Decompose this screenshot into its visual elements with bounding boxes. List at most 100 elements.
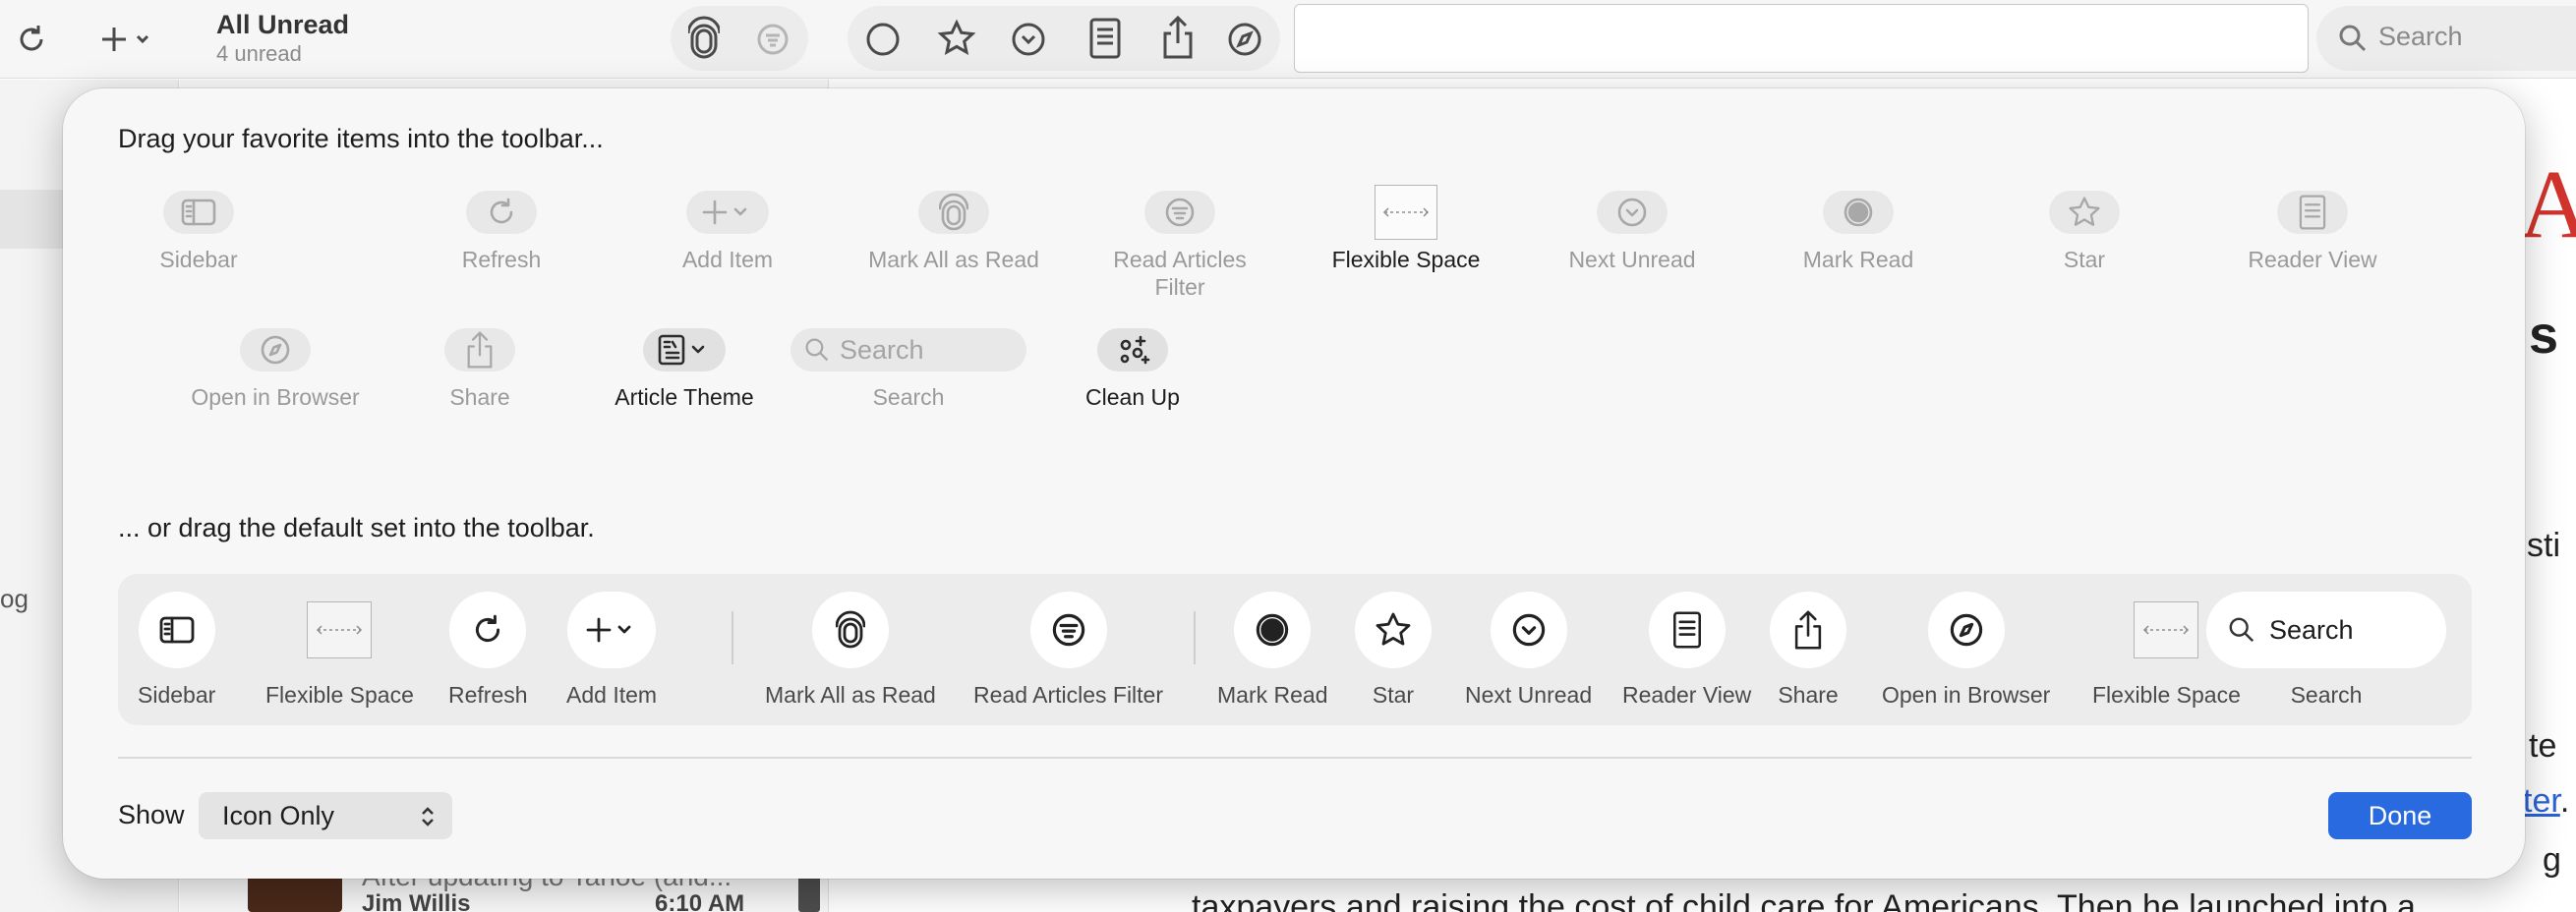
drag-default-heading: ... or drag the default set into the too… xyxy=(118,513,595,542)
palette-item-read-articles-filter[interactable]: Read Articles Filter xyxy=(1082,191,1278,301)
next-unread-icon xyxy=(1597,191,1668,234)
article-heading-fragment: s xyxy=(2529,306,2559,365)
article-link[interactable]: ter xyxy=(2523,782,2560,820)
palette-item-star[interactable]: Star xyxy=(2016,191,2153,273)
compass-icon xyxy=(1927,592,2005,668)
filter-icon[interactable] xyxy=(753,20,792,59)
default-item-reader-view: Reader View xyxy=(1622,592,1751,709)
toolbar-search-placeholder: Search xyxy=(2378,22,2463,51)
list-title: All Unread xyxy=(216,10,350,39)
item-label: Reader View xyxy=(1622,682,1752,708)
palette-item-refresh[interactable]: Refresh xyxy=(433,191,570,273)
item-label: Next Unread xyxy=(1465,682,1593,708)
palette-item-clean-up[interactable]: Clean Up xyxy=(1064,328,1201,411)
mark-read-circle-icon[interactable] xyxy=(863,20,903,59)
search-placeholder: Search xyxy=(2269,614,2354,645)
sidebar-icon xyxy=(138,592,215,668)
flexible-space-icon xyxy=(1375,185,1437,240)
palette-item-open-in-browser[interactable]: Open in Browser xyxy=(177,328,374,411)
list-author: Jim Willis xyxy=(362,890,471,912)
filter-icon xyxy=(1144,191,1215,234)
palette-item-sidebar[interactable]: Sidebar xyxy=(130,191,267,273)
palette-item-share[interactable]: Share xyxy=(421,328,539,411)
compass-icon[interactable] xyxy=(1225,20,1264,59)
article-theme-icon xyxy=(643,328,726,371)
default-item-next-unread: Next Unread xyxy=(1465,592,1592,709)
mark-read-icon xyxy=(1823,191,1894,234)
item-label: Mark All as Read xyxy=(868,247,1039,272)
show-label: Show xyxy=(118,800,185,829)
share-icon[interactable] xyxy=(1158,14,1198,61)
article-text-fragment: sti xyxy=(2527,527,2560,564)
filter-icon xyxy=(1029,592,1107,668)
search-icon xyxy=(2229,617,2254,643)
palette-item-add-item[interactable]: Add Item xyxy=(659,191,796,273)
item-label: Refresh xyxy=(448,682,528,708)
palette-item-article-theme[interactable]: Article Theme xyxy=(596,328,773,411)
palette-item-mark-read[interactable]: Mark Read xyxy=(1780,191,1937,273)
toolbar-divider xyxy=(1194,611,1196,664)
mark-read-icon xyxy=(1234,592,1312,668)
next-unread-icon[interactable] xyxy=(1009,20,1048,59)
mark-all-read-icon[interactable] xyxy=(684,14,724,63)
item-label: Search xyxy=(872,384,945,410)
palette-item-search[interactable]: Search Search xyxy=(790,328,1026,411)
mark-all-read-icon xyxy=(811,592,889,668)
article-period: . xyxy=(2559,782,2570,820)
search-field-preview: Search xyxy=(790,328,1026,371)
default-item-flexible-space: Flexible Space xyxy=(265,592,414,709)
item-label: Read Articles Filter xyxy=(973,682,1164,708)
item-label: Mark Read xyxy=(1802,247,1914,272)
item-label: Sidebar xyxy=(138,682,216,708)
item-label: Clean Up xyxy=(1085,384,1180,410)
refresh-icon xyxy=(449,592,527,668)
item-label: Add Item xyxy=(681,247,774,272)
reader-view-icon[interactable] xyxy=(1085,16,1125,61)
item-label: Search xyxy=(2290,682,2363,708)
item-label: Refresh xyxy=(461,247,542,272)
item-label: Open in Browser xyxy=(191,384,360,410)
star-icon[interactable] xyxy=(936,18,977,59)
sidebar-icon xyxy=(163,191,234,234)
star-icon xyxy=(2049,191,2120,234)
article-text-fragment: g xyxy=(2543,841,2561,879)
palette-item-flexible-space[interactable]: Flexible Space xyxy=(1327,185,1485,273)
default-toolbar-set[interactable]: Sidebar Flexible Space Refresh Add Item … xyxy=(118,574,2472,725)
done-button[interactable]: Done xyxy=(2328,792,2472,839)
default-item-open-in-browser: Open in Browser xyxy=(1882,592,2050,709)
drag-items-heading: Drag your favorite items into the toolba… xyxy=(118,124,604,153)
default-item-search: Search Search xyxy=(2206,592,2446,709)
palette-item-mark-all-read[interactable]: Mark All as Read xyxy=(855,191,1052,273)
reader-view-icon xyxy=(1648,592,1726,668)
main-toolbar: All Unread 4 unread Search xyxy=(0,0,2576,79)
next-unread-icon xyxy=(1490,592,1567,668)
palette-item-reader-view[interactable]: Reader View xyxy=(2234,191,2391,273)
address-field[interactable] xyxy=(1294,4,2309,73)
item-label: Next Unread xyxy=(1568,247,1696,272)
item-label: Mark All as Read xyxy=(765,682,936,708)
item-label: Star xyxy=(1372,682,1415,708)
refresh-icon xyxy=(466,191,537,234)
item-label: Reader View xyxy=(2248,247,2377,272)
article-text-fragment: te xyxy=(2529,727,2557,765)
search-icon xyxy=(805,338,829,362)
star-icon xyxy=(1355,592,1432,668)
item-label: Share xyxy=(1778,682,1839,708)
show-popup-button[interactable]: Icon Only xyxy=(199,792,452,839)
article-link-fragment[interactable]: ter. xyxy=(2523,782,2569,821)
article-body-line: taxpayers and raising the cost of child … xyxy=(1192,888,2416,912)
default-item-star: Star xyxy=(1355,592,1432,709)
palette-item-next-unread[interactable]: Next Unread xyxy=(1553,191,1711,273)
show-selected-value: Icon Only xyxy=(222,800,335,830)
search-placeholder: Search xyxy=(840,334,924,365)
default-item-mark-read: Mark Read xyxy=(1217,592,1327,709)
add-item-icon[interactable] xyxy=(96,20,159,59)
share-icon xyxy=(1770,592,1846,668)
flexible-space-icon xyxy=(307,601,373,658)
plus-chevron-icon xyxy=(686,191,769,234)
reader-view-icon xyxy=(2277,191,2348,234)
refresh-icon[interactable] xyxy=(12,20,51,59)
default-item-mark-all-read: Mark All as Read xyxy=(765,592,936,709)
share-icon xyxy=(444,328,515,371)
default-item-refresh: Refresh xyxy=(448,592,528,709)
